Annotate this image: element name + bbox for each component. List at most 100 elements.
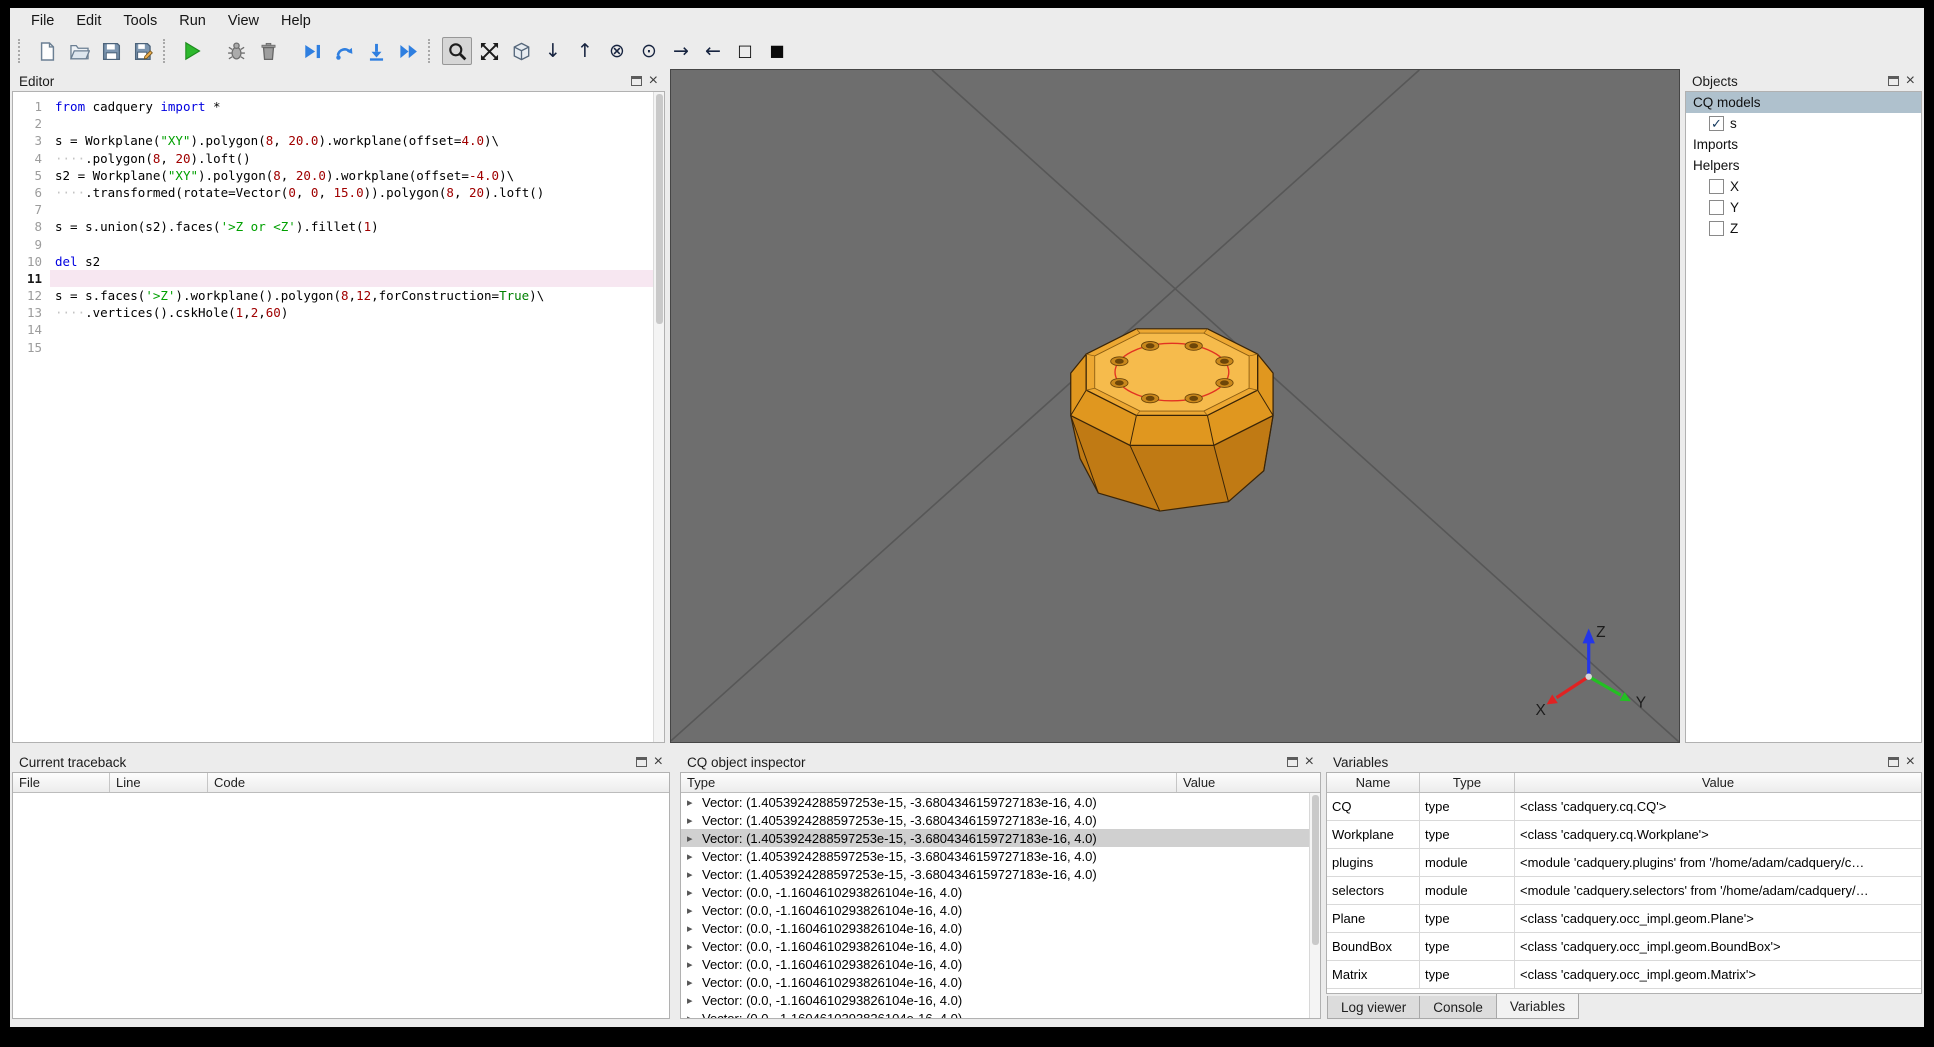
float-button[interactable] xyxy=(1887,757,1899,767)
inspector-row[interactable]: ▸Vector: (0.0, -1.1604610293826104e-16, … xyxy=(681,919,1309,937)
tree-item-z[interactable]: Z xyxy=(1686,218,1921,239)
inspector-row[interactable]: ▸ Vector: (1.4053924288597253e-15, -3.680… xyxy=(681,865,1309,883)
code-line[interactable]: ····.polygon(8, 20).loft() xyxy=(50,150,653,167)
code-line[interactable]: s = s.faces('>Z').workplane().polygon(8,… xyxy=(50,287,653,304)
expand-arrow-icon[interactable]: ▸ xyxy=(687,1012,702,1019)
expand-arrow-icon[interactable]: ▸ xyxy=(687,994,702,1007)
close-button[interactable]: × xyxy=(1305,754,1314,770)
float-button[interactable] xyxy=(1887,76,1899,86)
code-line[interactable]: s = Workplane("XY").polygon(8, 20.0).wor… xyxy=(50,132,653,149)
checkbox-z[interactable] xyxy=(1709,221,1724,236)
expand-arrow-icon[interactable]: ▸ xyxy=(687,904,702,917)
wireframe-button[interactable]: □ xyxy=(730,37,760,65)
tab-variables[interactable]: Variables xyxy=(1495,994,1580,1019)
delete-button[interactable] xyxy=(253,37,283,65)
menu-view[interactable]: View xyxy=(217,10,270,32)
right-view-button[interactable]: ← xyxy=(698,37,728,65)
tab-log-viewer[interactable]: Log viewer xyxy=(1327,996,1421,1019)
tree-item-y[interactable]: Y xyxy=(1686,197,1921,218)
inspector-row[interactable]: ▸ Vector: (1.4053924288597253e-15, -3.680… xyxy=(681,793,1309,811)
scrollbar-thumb[interactable] xyxy=(1311,795,1319,945)
toolbar-handle[interactable] xyxy=(163,39,171,63)
code-line[interactable]: from cadquery import * xyxy=(50,98,653,115)
inspector-scrollbar[interactable] xyxy=(1309,793,1320,1018)
variable-row[interactable]: plugins module <module 'cadquery.plugins' … xyxy=(1327,849,1921,877)
bottom-view-button[interactable]: ↑ xyxy=(570,37,600,65)
tree-item-x[interactable]: X xyxy=(1686,176,1921,197)
float-button[interactable] xyxy=(630,76,642,86)
close-button[interactable]: × xyxy=(1906,73,1915,89)
inspector-row[interactable]: ▸Vector: (0.0, -1.1604610293826104e-16, … xyxy=(681,973,1309,991)
left-view-button[interactable]: → xyxy=(666,37,696,65)
inspector-row[interactable]: ▸Vector: (0.0, -1.1604610293826104e-16, … xyxy=(681,991,1309,1009)
toolbar-handle[interactable] xyxy=(18,39,26,63)
expand-arrow-icon[interactable]: ▸ xyxy=(687,868,702,881)
tab-console[interactable]: Console xyxy=(1419,996,1497,1019)
inspector-row[interactable]: ▸Vector: (0.0, -1.1604610293826104e-16, … xyxy=(681,901,1309,919)
code-line[interactable]: s = s.union(s2).faces('>Z or <Z').fillet… xyxy=(50,218,653,235)
variable-row[interactable]: Workplane type <class 'cadquery.cq.Workpla… xyxy=(1327,821,1921,849)
code-line[interactable]: ····.vertices().cskHole(1,2,60) xyxy=(50,304,653,321)
tree-item-imports[interactable]: Imports xyxy=(1686,134,1921,155)
code-line[interactable]: del s2 xyxy=(50,253,653,270)
code-line[interactable] xyxy=(50,321,653,338)
inspector-row[interactable]: ▸Vector: (0.0, -1.1604610293826104e-16, … xyxy=(681,937,1309,955)
expand-arrow-icon[interactable]: ▸ xyxy=(687,886,702,899)
code-line[interactable] xyxy=(50,269,653,288)
code-line[interactable]: ····.transformed(rotate=Vector(0, 0, 15.… xyxy=(50,184,653,201)
code-line[interactable] xyxy=(50,236,653,253)
zoom-button[interactable] xyxy=(442,37,472,65)
save-as-button[interactable] xyxy=(128,37,158,65)
float-button[interactable] xyxy=(1286,757,1298,767)
expand-arrow-icon[interactable]: ▸ xyxy=(687,976,702,989)
column-header-value[interactable]: Value xyxy=(1515,773,1921,792)
close-button[interactable]: × xyxy=(1906,754,1915,770)
column-header-file[interactable]: File xyxy=(13,773,110,792)
expand-arrow-icon[interactable]: ▸ xyxy=(687,814,702,827)
menu-edit[interactable]: Edit xyxy=(65,10,112,32)
menu-run[interactable]: Run xyxy=(168,10,217,32)
variable-row[interactable]: Matrix type <class 'cadquery.occ_impl.geom… xyxy=(1327,961,1921,989)
menu-help[interactable]: Help xyxy=(270,10,322,32)
cq-model[interactable] xyxy=(1070,328,1274,512)
expand-arrow-icon[interactable]: ▸ xyxy=(687,940,702,953)
inspector-row[interactable]: ▸ Vector: (1.4053924288597253e-15, -3.680… xyxy=(681,811,1309,829)
variable-row[interactable]: Plane type <class 'cadquery.occ_impl.geom.… xyxy=(1327,905,1921,933)
open-button[interactable] xyxy=(64,37,94,65)
new-file-button[interactable] xyxy=(32,37,62,65)
step-out-button[interactable] xyxy=(361,37,391,65)
tree-item-helpers[interactable]: Helpers xyxy=(1686,155,1921,176)
checkbox-y[interactable] xyxy=(1709,200,1724,215)
code-line[interactable]: s2 = Workplane("XY").polygon(8, 20.0).wo… xyxy=(50,167,653,184)
column-header-name[interactable]: Name xyxy=(1327,773,1420,792)
shaded-button[interactable]: ■ xyxy=(762,37,792,65)
column-header-type[interactable]: Type xyxy=(1420,773,1515,792)
debug-button[interactable] xyxy=(221,37,251,65)
expand-arrow-icon[interactable]: ▸ xyxy=(687,958,702,971)
expand-arrow-icon[interactable]: ▸ xyxy=(687,922,702,935)
expand-arrow-icon[interactable]: ▸ xyxy=(687,850,702,863)
tree-item-s[interactable]: ✓ s xyxy=(1686,113,1921,134)
close-button[interactable]: × xyxy=(649,73,658,89)
editor-scrollbar[interactable] xyxy=(653,92,664,742)
close-button[interactable]: × xyxy=(654,754,663,770)
code-line[interactable] xyxy=(50,201,653,218)
checkbox-s[interactable]: ✓ xyxy=(1709,116,1724,131)
variable-row[interactable]: selectors module <module 'cadquery.selecto… xyxy=(1327,877,1921,905)
column-header-type[interactable]: Type xyxy=(681,773,1177,792)
code-line[interactable] xyxy=(50,115,653,132)
variable-row[interactable]: CQ type <class 'cadquery.cq.CQ'> xyxy=(1327,793,1921,821)
inspector-row[interactable]: ▸Vector: (0.0, -1.1604610293826104e-16, … xyxy=(681,955,1309,973)
tree-item-cq-models[interactable]: CQ models xyxy=(1686,92,1921,113)
viewport-3d[interactable]: X Y Z xyxy=(670,69,1680,743)
inspector-row[interactable]: ▸Vector: (0.0, -1.1604610293826104e-16, … xyxy=(681,1009,1309,1019)
viewport-canvas[interactable]: X Y Z xyxy=(670,69,1680,743)
editor-code[interactable]: from cadquery import * s = Workplane("XY"… xyxy=(50,92,653,742)
save-button[interactable] xyxy=(96,37,126,65)
inspector-row[interactable]: ▸ Vector: (1.4053924288597253e-15, -3.680… xyxy=(681,829,1309,847)
fit-all-button[interactable] xyxy=(474,37,504,65)
iso-view-button[interactable] xyxy=(506,37,536,65)
render-button[interactable] xyxy=(177,37,207,65)
front-view-button[interactable]: ⊗ xyxy=(602,37,632,65)
column-header-value[interactable]: Value xyxy=(1177,773,1320,792)
